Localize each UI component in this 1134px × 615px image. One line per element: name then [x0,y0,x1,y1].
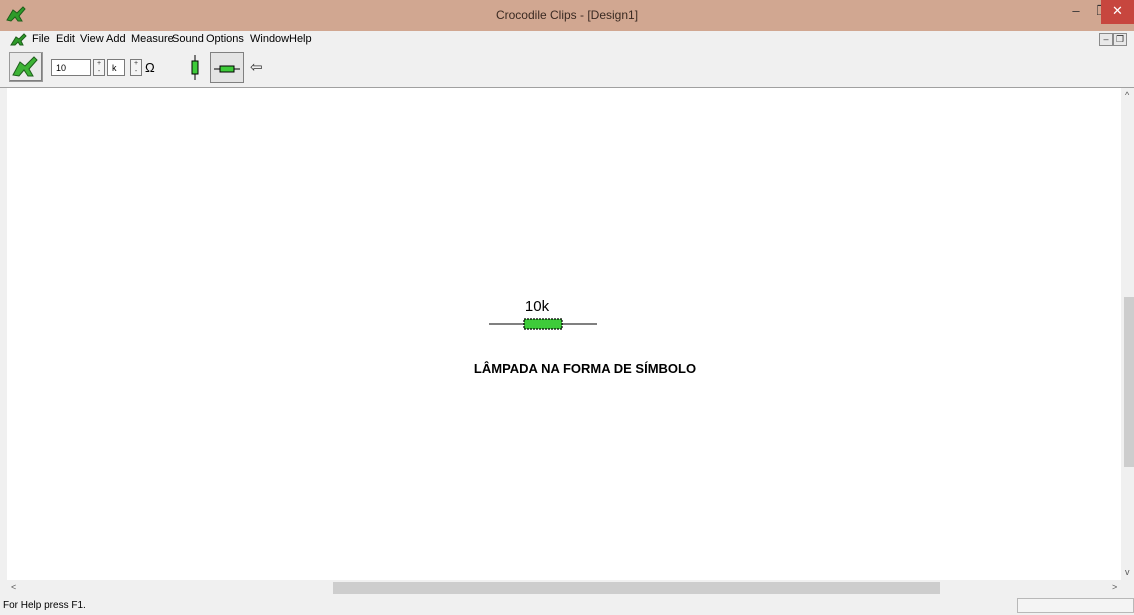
menu-window[interactable]: Window [250,33,289,45]
menu-bar: File Edit View Add Measure Sound Options… [0,31,1134,48]
multiplier-spinner[interactable]: + - [130,59,142,76]
menu-add[interactable]: Add [106,33,126,45]
horizontal-resistor-icon [214,65,240,73]
status-bar: For Help press F1. [0,595,1134,615]
scroll-down-arrow-icon[interactable]: v [1125,567,1130,577]
canvas-left-border [0,88,7,595]
menu-help[interactable]: Help [289,33,312,45]
toolbar: 10 + - k + - Ω ⇦ [0,48,1134,88]
crocodile-select-icon [12,56,38,77]
horizontal-resistor-tool[interactable] [210,52,244,83]
scroll-left-arrow-icon[interactable]: < [11,582,16,592]
status-pane [1017,598,1134,613]
vertical-resistor-tool[interactable] [182,52,209,83]
minimize-button[interactable]: – [1062,0,1090,24]
document-crocodile-icon[interactable] [10,32,30,47]
status-text: For Help press F1. [3,600,86,611]
back-arrow-icon[interactable]: ⇦ [250,58,263,76]
canvas-caption: LÂMPADA NA FORMA DE SÍMBOLO [473,361,697,376]
scroll-right-arrow-icon[interactable]: > [1112,582,1117,592]
window-title: Crocodile Clips - [Design1] [495,8,639,22]
resistor-symbol [489,318,597,330]
vertical-resistor-icon [191,55,199,80]
vertical-scroll-thumb[interactable] [1124,297,1134,467]
scroll-corner [1121,580,1134,595]
mdi-minimize-button[interactable]: – [1099,33,1113,46]
multiplier-input[interactable]: k [107,59,125,76]
menu-edit[interactable]: Edit [56,33,75,45]
menu-file[interactable]: File [32,33,50,45]
menu-sound[interactable]: Sound [172,33,204,45]
menu-view[interactable]: View [80,33,104,45]
scroll-up-arrow-icon[interactable]: ^ [1125,90,1129,100]
menu-options[interactable]: Options [206,33,244,45]
resistor-component[interactable]: 10k [489,298,599,338]
horizontal-scroll-thumb[interactable] [333,582,940,594]
select-tool-button[interactable] [9,52,43,82]
value-input[interactable]: 10 [51,59,91,76]
ohm-unit-label: Ω [145,60,155,75]
title-bar: Crocodile Clips - [Design1] – ❐ ✕ [0,0,1134,31]
mdi-restore-button[interactable]: ❐ [1113,33,1127,46]
value-spinner[interactable]: + - [93,59,105,76]
menu-measure[interactable]: Measure [131,33,174,45]
close-button[interactable]: ✕ [1101,0,1134,24]
